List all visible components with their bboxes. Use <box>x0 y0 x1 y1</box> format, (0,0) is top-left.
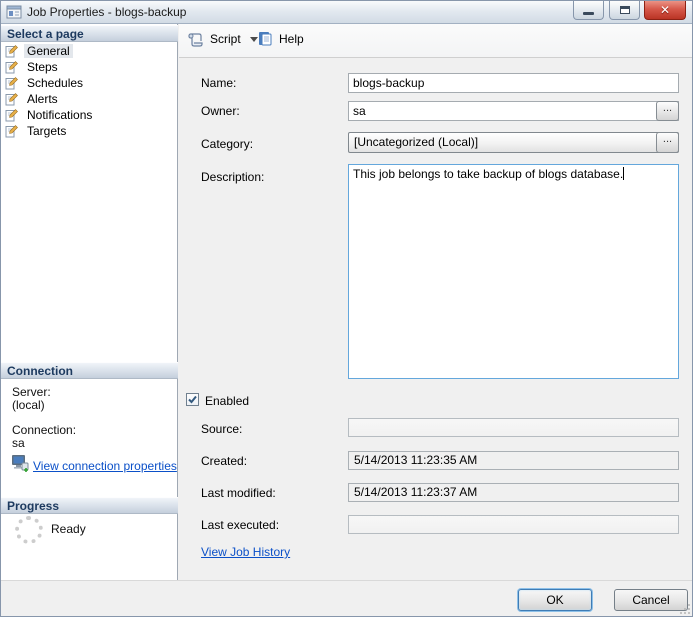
owner-input[interactable] <box>348 101 679 121</box>
view-job-history-link[interactable]: View Job History <box>201 545 290 559</box>
category-label: Category: <box>201 137 254 151</box>
sidebar-item-notifications[interactable]: Notifications <box>5 107 173 123</box>
server-label: Server: <box>12 385 51 399</box>
owner-browse-button[interactable]: ... <box>656 101 679 121</box>
page-icon <box>5 92 18 105</box>
page-icon <box>5 44 18 57</box>
last-modified-field: 5/14/2013 11:23:37 AM <box>348 483 679 502</box>
minimize-icon <box>583 11 594 15</box>
sidebar-item-alerts[interactable]: Alerts <box>5 91 173 107</box>
page-icon <box>5 60 18 73</box>
page-icon <box>5 108 18 121</box>
help-label: Help <box>279 31 304 46</box>
script-label: Script <box>210 32 241 46</box>
last-executed-label: Last executed: <box>201 518 280 532</box>
sidebar-item-label: General <box>24 44 73 58</box>
window-icon <box>6 5 22 19</box>
sidebar-item-targets[interactable]: Targets <box>5 123 173 139</box>
description-textarea[interactable]: This job belongs to take backup of blogs… <box>348 164 679 379</box>
name-input[interactable] <box>348 73 679 93</box>
sidebar-item-general[interactable]: General <box>5 43 173 59</box>
page-icon <box>5 124 18 137</box>
ok-button[interactable]: OK <box>518 589 592 611</box>
toolbar: Script Help <box>179 24 692 58</box>
sidebar-item-schedules[interactable]: Schedules <box>5 75 173 91</box>
resize-grip[interactable] <box>679 603 691 615</box>
sidebar-item-label: Schedules <box>27 76 84 90</box>
cancel-button[interactable]: Cancel <box>614 589 688 611</box>
titlebar: Job Properties - blogs-backup ✕ <box>1 1 692 24</box>
text-caret <box>623 167 625 180</box>
server-value: (local) <box>12 398 45 412</box>
last-executed-field <box>348 515 679 534</box>
sidebar-item-steps[interactable]: Steps <box>5 59 173 75</box>
last-modified-label: Last modified: <box>201 486 276 500</box>
source-field <box>348 418 679 437</box>
connection-label: Connection: <box>12 423 77 437</box>
description-text: This job belongs to take backup of blogs… <box>353 167 624 181</box>
window-title: Job Properties - blogs-backup <box>27 5 187 19</box>
help-icon <box>259 32 272 46</box>
enabled-checkbox[interactable] <box>186 393 199 406</box>
progress-status: Ready <box>51 522 86 536</box>
footer: OK Cancel <box>1 580 692 616</box>
created-field: 5/14/2013 11:23:35 AM <box>348 451 679 470</box>
connection-properties-icon <box>12 455 29 472</box>
select-page-header: Select a page <box>1 25 178 42</box>
maximize-button[interactable] <box>609 1 640 20</box>
job-properties-dialog: Job Properties - blogs-backup ✕ Select a… <box>0 0 693 617</box>
created-label: Created: <box>201 454 248 468</box>
page-icon <box>5 76 18 89</box>
category-select[interactable]: [Uncategorized (Local)] <box>348 132 679 153</box>
help-button[interactable]: Help <box>257 30 304 47</box>
progress-spinner-icon <box>15 516 43 544</box>
view-connection-properties-link[interactable]: View connection properties <box>33 459 177 473</box>
check-icon <box>188 395 197 404</box>
source-label: Source: <box>201 422 243 436</box>
minimize-button[interactable] <box>573 1 604 20</box>
sidebar-item-label: Notifications <box>27 108 93 122</box>
sidebar-item-label: Steps <box>27 60 58 74</box>
connection-value: sa <box>12 436 25 450</box>
category-value: [Uncategorized (Local)] <box>354 135 479 149</box>
close-icon: ✕ <box>659 3 671 17</box>
enabled-label: Enabled <box>205 394 250 408</box>
owner-label: Owner: <box>201 104 240 118</box>
connection-header: Connection <box>1 362 178 379</box>
sidebar-item-label: Targets <box>27 124 67 138</box>
maximize-icon <box>619 6 630 14</box>
sidebar-item-label: Alerts <box>27 92 58 106</box>
name-label: Name: <box>201 76 237 90</box>
category-browse-button[interactable]: ... <box>656 132 679 153</box>
progress-header: Progress <box>1 497 178 514</box>
script-icon <box>188 33 203 47</box>
script-button[interactable]: Script <box>187 30 258 48</box>
description-label: Description: <box>201 170 265 184</box>
close-button[interactable]: ✕ <box>644 1 686 20</box>
